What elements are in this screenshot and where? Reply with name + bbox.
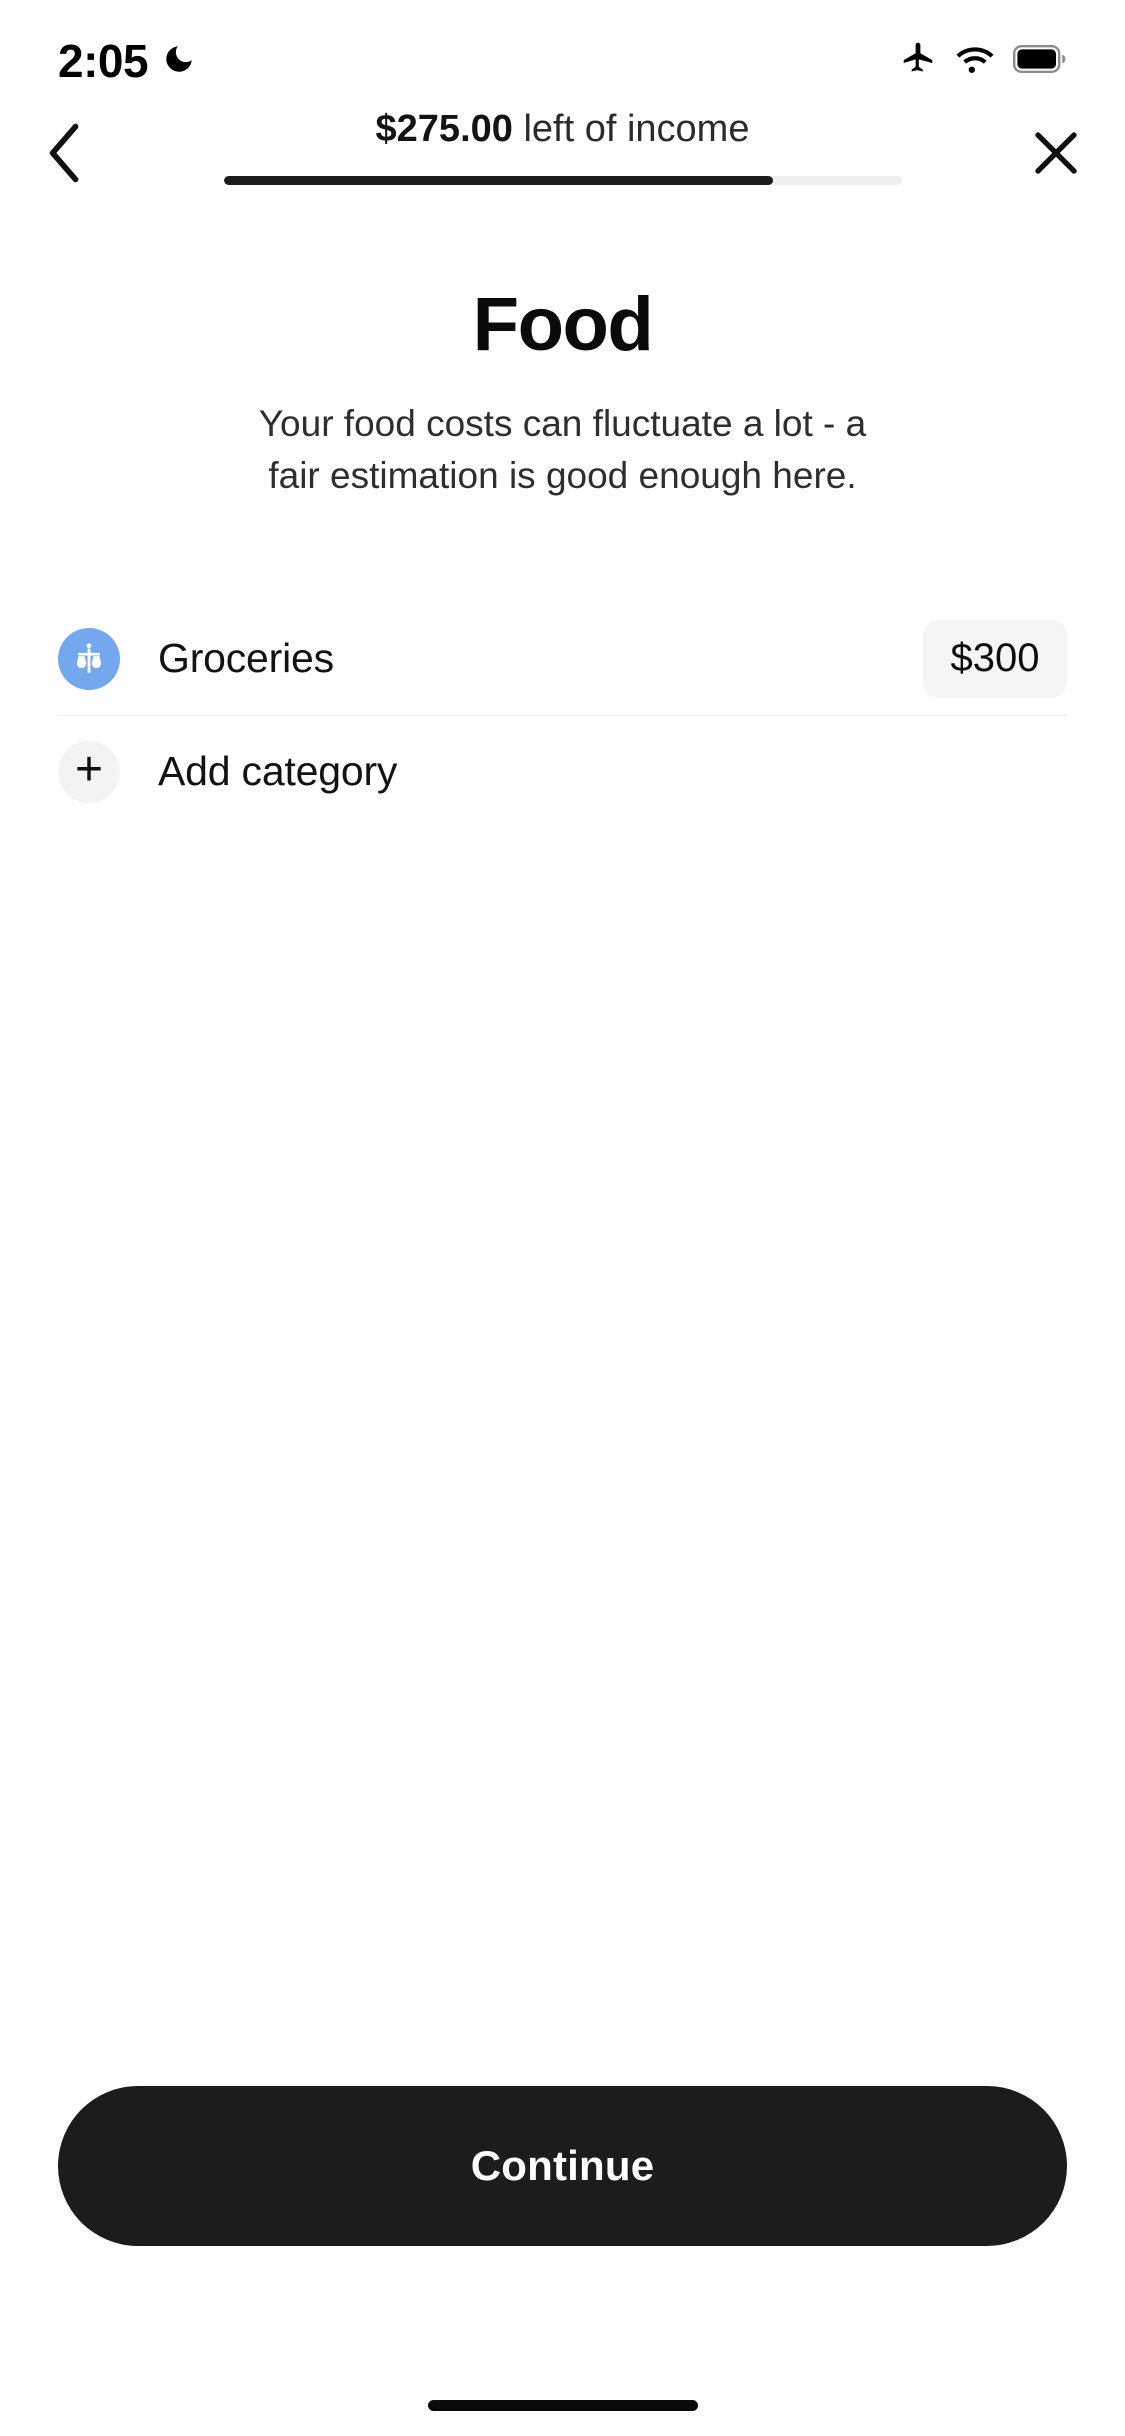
category-row-groceries[interactable]: Groceries $300 [58, 603, 1067, 715]
add-category-row[interactable]: + Add category [58, 716, 1067, 828]
continue-button[interactable]: Continue [58, 2086, 1067, 2246]
plus-icon: + [58, 740, 120, 803]
close-button[interactable] [1009, 108, 1103, 202]
wifi-icon [955, 44, 995, 79]
plus-glyph: + [74, 742, 104, 796]
chevron-left-icon [42, 123, 88, 188]
page-subtitle: Your food costs can fluctuate a lot - a … [258, 402, 867, 497]
moon-icon [162, 42, 196, 81]
main-content: Food Your food costs can fluctuate a lot… [0, 255, 1125, 828]
status-bar: 2:05 [0, 0, 1125, 100]
home-indicator [427, 2400, 698, 2411]
nav-progress-section: $275.00 left of income [218, 100, 908, 185]
add-category-label: Add category [158, 748, 398, 795]
income-remaining-label: $275.00 left of income [376, 100, 750, 148]
income-remaining-amount: $275.00 [375, 108, 513, 150]
airplane-mode-icon [899, 40, 937, 83]
onboarding-progress-bar [223, 176, 902, 185]
income-remaining-suffix: left of income [512, 108, 750, 150]
category-amount-input[interactable]: $300 [923, 619, 1067, 698]
status-bar-right [899, 40, 1067, 83]
close-x-icon [1029, 126, 1083, 185]
battery-icon [1013, 44, 1067, 78]
back-button[interactable] [18, 108, 112, 202]
footer-actions: Continue [0, 2086, 1125, 2246]
groceries-shopper-icon [58, 627, 120, 690]
nav-header: $275.00 left of income [0, 100, 1125, 220]
category-list: Groceries $300 + Add category [0, 603, 1125, 828]
category-label: Groceries [158, 635, 334, 682]
page-title: Food [472, 282, 654, 367]
onboarding-progress-fill [223, 176, 773, 185]
app-screen: 2:05 $275.00 left of income Food Your fo… [0, 0, 1125, 2436]
status-bar-clock: 2:05 [58, 35, 149, 87]
status-bar-left: 2:05 [58, 38, 196, 84]
